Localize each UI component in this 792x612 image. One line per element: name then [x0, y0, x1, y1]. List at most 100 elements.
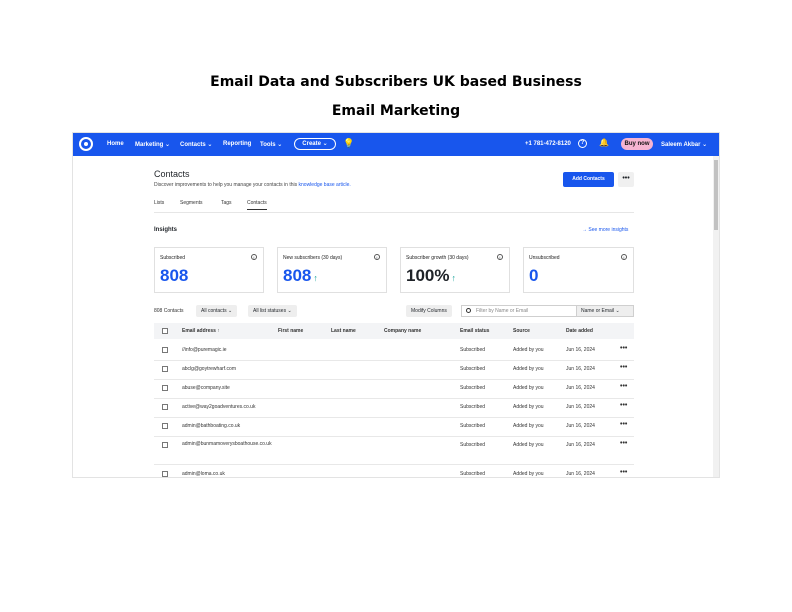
row-menu-icon[interactable]: •••: [620, 383, 627, 390]
row-status: Subscribed: [460, 442, 486, 448]
insight-card-unsubscribed: Unsubscribed i 0: [523, 247, 634, 293]
col-company[interactable]: Company name: [384, 328, 421, 334]
buy-now-button[interactable]: Buy now: [621, 138, 653, 150]
bell-icon[interactable]: 🔔: [599, 138, 609, 147]
row-date: Jun 16, 2024: [566, 471, 595, 477]
app-logo-icon[interactable]: [79, 137, 93, 151]
table-row[interactable]: admin@bunmamoverysboathouse.co.uk Subscr…: [154, 436, 634, 465]
row-source: Added by you: [513, 366, 544, 372]
phone-number[interactable]: +1 781-472-8120: [525, 141, 571, 147]
page-description: Discover improvements to help you manage…: [154, 182, 351, 188]
insight-card-subscribed: Subscribed i 808: [154, 247, 264, 293]
row-menu-icon[interactable]: •••: [620, 421, 627, 428]
search-by-select[interactable]: Name or Email ⌄: [576, 305, 634, 317]
chevron-down-icon: ⌄: [207, 142, 213, 148]
insight-value: 0: [529, 266, 539, 285]
table-row[interactable]: abclg@goytrewharf.com Subscribed Added b…: [154, 360, 634, 380]
col-email[interactable]: Email address ↑: [182, 328, 220, 334]
col-last-name[interactable]: Last name: [331, 328, 356, 334]
search-input[interactable]: Filter by Name or Email: [461, 305, 577, 317]
tab-contacts[interactable]: Contacts: [247, 200, 267, 210]
table-row[interactable]: admin@loma.co.uk Subscribed Added by you…: [154, 465, 634, 477]
row-date: Jun 16, 2024: [566, 404, 595, 410]
arrow-up-icon: ↑: [451, 273, 456, 283]
row-menu-icon[interactable]: •••: [620, 469, 627, 476]
row-source: Added by you: [513, 423, 544, 429]
lightbulb-icon[interactable]: 💡: [343, 138, 354, 149]
row-checkbox[interactable]: [162, 366, 168, 372]
row-status: Subscribed: [460, 404, 486, 410]
tab-lists[interactable]: Lists: [154, 200, 164, 206]
knowledge-base-link[interactable]: knowledge base article.: [299, 182, 351, 188]
insight-value: 808 ↑: [283, 266, 318, 285]
arrow-right-icon: →: [582, 227, 587, 233]
scrollbar-thumb[interactable]: [714, 160, 718, 230]
col-email-status[interactable]: Email status: [460, 328, 489, 334]
row-date: Jun 16, 2024: [566, 366, 595, 372]
filter-all-contacts[interactable]: All contacts ⌄: [196, 305, 238, 317]
insight-label: Subscriber growth (30 days): [406, 255, 469, 261]
table-row[interactable]: abuse@company.site Subscribed Added by y…: [154, 379, 634, 399]
table-row[interactable]: //info@puremagic.ie Subscribed Added by …: [154, 341, 634, 361]
user-menu[interactable]: Saleem Akbar ⌄: [661, 141, 707, 148]
document-subtitle: Email Marketing: [331, 103, 461, 119]
table-header: Email address ↑ First name Last name Com…: [154, 323, 634, 339]
chevron-down-icon: ⌄: [165, 142, 171, 148]
row-date: Jun 16, 2024: [566, 442, 595, 448]
row-status: Subscribed: [460, 471, 486, 477]
contact-count: 808 Contacts: [154, 308, 184, 314]
table-row[interactable]: active@way2goadventures.co.uk Subscribed…: [154, 398, 634, 418]
nav-reporting[interactable]: Reporting: [223, 141, 251, 147]
filter-list-statuses[interactable]: All list statuses ⌄: [248, 305, 297, 317]
row-menu-icon[interactable]: •••: [620, 345, 627, 352]
add-contacts-button[interactable]: Add Contacts: [563, 172, 614, 187]
tab-tags[interactable]: Tags: [221, 200, 232, 206]
table-row[interactable]: admin@bathboating.co.uk Subscribed Added…: [154, 417, 634, 437]
select-all-checkbox[interactable]: [162, 328, 168, 334]
create-button[interactable]: Create ⌄: [294, 138, 336, 150]
insight-label: Subscribed: [160, 255, 186, 261]
row-source: Added by you: [513, 385, 544, 391]
row-source: Added by you: [513, 442, 544, 448]
nav-marketing[interactable]: Marketing ⌄: [135, 141, 170, 148]
row-date: Jun 16, 2024: [566, 423, 595, 429]
row-checkbox[interactable]: [162, 442, 168, 448]
row-checkbox[interactable]: [162, 423, 168, 429]
row-menu-icon[interactable]: •••: [620, 364, 627, 371]
col-date-added[interactable]: Date added: [566, 328, 593, 334]
insight-value: 100% ↑: [406, 266, 456, 285]
tab-segments[interactable]: Segments: [180, 200, 203, 206]
row-menu-icon[interactable]: •••: [620, 402, 627, 409]
insight-label: New subscribers (30 days): [283, 255, 343, 261]
nav-contacts[interactable]: Contacts ⌄: [180, 141, 212, 148]
nav-home[interactable]: Home: [107, 141, 124, 147]
row-status: Subscribed: [460, 385, 486, 391]
info-icon[interactable]: i: [621, 254, 627, 260]
more-options-button[interactable]: •••: [618, 172, 634, 187]
page-title: Contacts: [154, 169, 190, 179]
row-checkbox[interactable]: [162, 385, 168, 391]
nav-tools[interactable]: Tools ⌄: [260, 141, 282, 148]
row-source: Added by you: [513, 404, 544, 410]
search-icon: [466, 308, 471, 313]
insight-card-new-subscribers: New subscribers (30 days) i 808 ↑: [277, 247, 387, 293]
row-date: Jun 16, 2024: [566, 347, 595, 353]
help-icon[interactable]: ?: [578, 139, 587, 148]
row-checkbox[interactable]: [162, 347, 168, 353]
insights-title: Insights: [154, 227, 178, 233]
scrollbar[interactable]: [713, 156, 719, 477]
row-menu-icon[interactable]: •••: [620, 440, 627, 447]
col-source[interactable]: Source: [513, 328, 530, 334]
see-more-insights-link[interactable]: → See more insights: [582, 227, 628, 233]
tab-divider: [154, 212, 634, 213]
info-icon[interactable]: i: [374, 254, 380, 260]
document-title: Email Data and Subscribers UK based Busi…: [210, 74, 582, 90]
info-icon[interactable]: i: [251, 254, 257, 260]
row-checkbox[interactable]: [162, 471, 168, 477]
modify-columns-button[interactable]: Modify Columns: [406, 305, 452, 317]
row-status: Subscribed: [460, 423, 486, 429]
row-checkbox[interactable]: [162, 404, 168, 410]
info-icon[interactable]: i: [497, 254, 503, 260]
col-first-name[interactable]: First name: [278, 328, 303, 334]
row-source: Added by you: [513, 347, 544, 353]
